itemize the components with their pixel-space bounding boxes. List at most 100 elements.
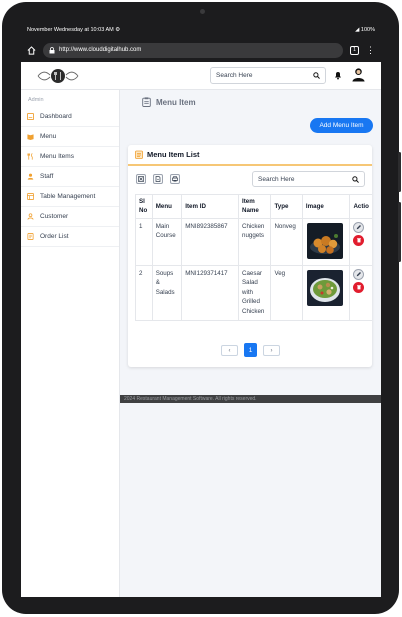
table-row: 1 Main Course MNI892385867 Chicken nuggets…	[135, 217, 372, 266]
restaurant-logo[interactable]	[35, 67, 81, 85]
sidebar-item-label: Staff	[40, 173, 54, 180]
prev-page-button[interactable]: ‹	[221, 345, 238, 356]
header-search-input[interactable]: Search Here	[210, 67, 326, 84]
edit-button[interactable]	[353, 268, 365, 280]
menu-items-table: Sl No Menu Item ID Item Name Type Image Ac…	[135, 194, 372, 321]
col-label: Name	[242, 207, 259, 215]
card-toolbar: Search Here	[128, 166, 372, 192]
staff-icon	[27, 173, 34, 180]
sidebar-item-label: Dashboard	[40, 113, 72, 120]
pencil-icon	[356, 225, 361, 230]
table-row: 2 Soups & Salads MNI129371417 Caesar Salad w…	[135, 264, 372, 321]
page-title-text: Menu Item	[156, 97, 196, 107]
pdf-icon	[155, 176, 161, 182]
bell-icon[interactable]	[333, 70, 343, 80]
col-item-id[interactable]: Item ID	[181, 194, 239, 219]
list-clipboard-icon	[135, 150, 143, 159]
search-icon[interactable]	[313, 72, 320, 79]
main-content: Menu Item Add Menu Item Menu Item List S…	[120, 90, 381, 597]
menu-book-icon	[27, 134, 34, 140]
next-page-button[interactable]: ›	[263, 345, 280, 356]
col-action[interactable]: Actio	[349, 194, 372, 219]
page-title: Menu Item	[142, 97, 196, 107]
export-pdf-button[interactable]	[153, 174, 163, 184]
col-item-name[interactable]: Item Name	[237, 194, 272, 219]
cell-line: Salads	[155, 288, 175, 296]
footer: 2024 Restaurant Management Software. All…	[120, 395, 381, 403]
pencil-icon	[356, 272, 361, 277]
card-header: Menu Item List	[128, 145, 372, 166]
sidebar-item-label: Menu	[40, 133, 57, 140]
add-menu-item-button[interactable]: Add Menu Item	[310, 118, 373, 133]
cell-line: &	[155, 279, 160, 287]
screen: November Wednesday at 10:03 AM ⚙ ◢ 100% …	[21, 21, 381, 597]
search-icon[interactable]	[352, 175, 359, 183]
order-icon	[27, 233, 34, 240]
col-type[interactable]: Type	[270, 194, 303, 219]
sidebar-item-menu[interactable]: Menu	[21, 127, 119, 147]
cell-item-name: Caesar Salad with Grilled Chicken	[237, 264, 272, 321]
sidebar-item-customer[interactable]: Customer	[21, 207, 119, 227]
sidebar-item-dashboard[interactable]: Dashboard	[21, 107, 119, 127]
status-datetime: November Wednesday at 10:03 AM ⚙	[27, 26, 121, 33]
sidebar: Admin Dashboard Menu Menu Items Staff Ta…	[21, 90, 120, 597]
status-bar: November Wednesday at 10:03 AM ⚙ ◢ 100%	[21, 21, 381, 38]
clipboard-icon	[142, 97, 151, 107]
cell-line: nuggets	[242, 232, 265, 240]
power-button	[398, 152, 401, 192]
table-header-row: Sl No Menu Item ID Item Name Type Image Ac…	[135, 194, 372, 219]
table-icon	[27, 193, 34, 200]
sidebar-item-label: Menu Items	[40, 153, 74, 160]
front-camera	[200, 9, 205, 14]
col-sl-no[interactable]: Sl No	[135, 194, 153, 219]
sidebar-item-staff[interactable]: Staff	[21, 167, 119, 187]
app-header: Search Here	[21, 62, 381, 90]
header-search-placeholder: Search Here	[216, 72, 253, 79]
user-avatar-icon[interactable]	[351, 67, 366, 82]
print-button[interactable]	[170, 174, 180, 184]
sidebar-section-title: Admin	[28, 97, 44, 103]
cell-item-id: MNI129371417	[181, 264, 239, 321]
pagination: ‹ 1 ›	[221, 343, 280, 357]
address-field[interactable]: http://www.clouddigitalhub.com	[43, 42, 343, 58]
cell-line: Chicken	[242, 308, 265, 316]
export-excel-button[interactable]	[136, 174, 146, 184]
col-label: Item	[242, 198, 255, 205]
sidebar-item-menu-items[interactable]: Menu Items	[21, 147, 119, 167]
sidebar-item-label: Order List	[40, 233, 69, 240]
battery-level: 100%	[360, 26, 375, 33]
col-label: No	[139, 207, 148, 215]
sidebar-item-table-management[interactable]: Table Management	[21, 187, 119, 207]
cell-line: Soups	[155, 269, 174, 277]
col-image[interactable]: Image	[301, 194, 351, 219]
cell-line: Course	[155, 232, 176, 240]
delete-button[interactable]	[353, 281, 365, 293]
trash-icon	[356, 238, 361, 243]
print-icon	[172, 176, 178, 182]
dashboard-icon	[27, 113, 34, 120]
cell-actions	[349, 217, 372, 266]
sidebar-item-order-list[interactable]: Order List	[21, 227, 119, 247]
current-page-button[interactable]: 1	[244, 343, 257, 357]
chicken-nuggets-photo	[306, 222, 343, 259]
home-icon[interactable]	[27, 45, 36, 55]
signal-icon: ◢	[355, 26, 360, 33]
customer-icon	[27, 213, 34, 220]
delete-button[interactable]	[353, 234, 365, 246]
edit-button[interactable]	[353, 221, 365, 233]
cell-menu: Main Course	[151, 217, 183, 266]
browser-menu-icon[interactable]: ⋮	[366, 45, 375, 55]
address-text: http://www.clouddigitalhub.com	[59, 47, 142, 53]
fork-knife-icon	[27, 153, 33, 160]
excel-icon	[138, 176, 144, 182]
trash-icon	[356, 285, 361, 290]
tab-count-button[interactable]: 1	[350, 45, 359, 55]
cell-line: Caesar	[242, 269, 262, 277]
col-menu[interactable]: Menu	[151, 194, 183, 219]
cell-line: Main	[155, 222, 170, 230]
browser-url-bar: http://www.clouddigitalhub.com 1 ⋮	[21, 38, 381, 62]
cell-line: Chicken	[242, 222, 265, 230]
card-search-input[interactable]: Search Here	[252, 171, 365, 187]
col-label: Sl	[139, 198, 145, 205]
menu-item-list-card: Menu Item List Search Here Sl No Menu It…	[128, 145, 372, 367]
